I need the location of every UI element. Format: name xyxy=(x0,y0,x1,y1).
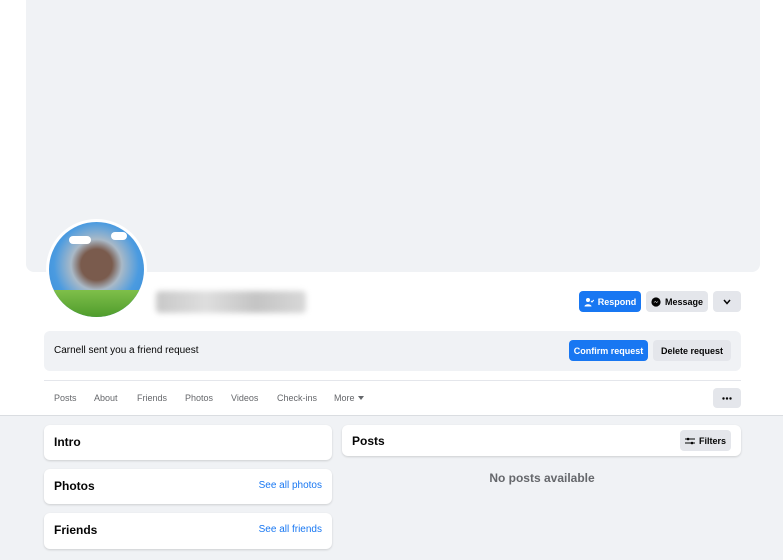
filters-label: Filters xyxy=(698,435,726,446)
cloud-shape xyxy=(111,232,127,240)
profile-name-redacted xyxy=(156,291,306,313)
friends-title: Friends xyxy=(54,523,98,537)
messenger-icon xyxy=(651,296,661,307)
photos-title: Photos xyxy=(54,479,95,493)
photos-card: Photos See all photos xyxy=(44,469,332,504)
caret-down-icon xyxy=(357,396,364,400)
see-all-photos-link[interactable]: See all photos xyxy=(259,480,322,491)
respond-label: Respond xyxy=(597,296,637,307)
message-label: Message xyxy=(664,296,704,307)
tab-photos[interactable]: Photos xyxy=(185,393,213,403)
cloud-shape xyxy=(69,236,91,244)
message-button[interactable]: Message xyxy=(646,291,708,312)
sliders-icon xyxy=(684,437,695,445)
profile-tabs: Posts About Friends Photos Videos Check-… xyxy=(44,380,741,416)
respond-button[interactable]: Respond xyxy=(579,291,641,312)
tab-posts[interactable]: Posts xyxy=(54,393,77,403)
confirm-request-button[interactable]: Confirm request xyxy=(569,340,648,361)
tab-friends[interactable]: Friends xyxy=(137,393,167,403)
tab-more[interactable]: More xyxy=(334,393,364,403)
tabs-more-options-button[interactable] xyxy=(713,388,741,408)
chevron-down-icon xyxy=(723,299,731,305)
tab-about[interactable]: About xyxy=(94,393,118,403)
see-all-friends-link[interactable]: See all friends xyxy=(259,524,322,535)
grass-shape xyxy=(49,290,144,317)
filters-button[interactable]: Filters xyxy=(680,430,731,451)
ellipsis-icon xyxy=(722,396,732,400)
profile-header: Respond Message Carnell sent you a frien… xyxy=(0,0,783,416)
person-check-icon xyxy=(584,297,594,307)
intro-title: Intro xyxy=(54,435,81,449)
posts-title: Posts xyxy=(352,434,385,448)
profile-avatar[interactable] xyxy=(46,219,147,320)
friend-request-banner: Carnell sent you a friend request Confir… xyxy=(44,331,741,371)
no-posts-message: No posts available xyxy=(489,471,595,485)
posts-card: Posts Filters xyxy=(342,425,741,456)
tab-more-label: More xyxy=(334,393,355,403)
friend-request-text: Carnell sent you a friend request xyxy=(54,345,199,356)
cover-photo[interactable] xyxy=(26,0,760,272)
friends-card: Friends See all friends xyxy=(44,513,332,549)
avatar-image xyxy=(49,222,144,317)
tab-videos[interactable]: Videos xyxy=(231,393,258,403)
delete-request-button[interactable]: Delete request xyxy=(653,340,731,361)
tab-check-ins[interactable]: Check-ins xyxy=(277,393,317,403)
intro-card: Intro xyxy=(44,425,332,460)
profile-dropdown-button[interactable] xyxy=(713,291,741,312)
